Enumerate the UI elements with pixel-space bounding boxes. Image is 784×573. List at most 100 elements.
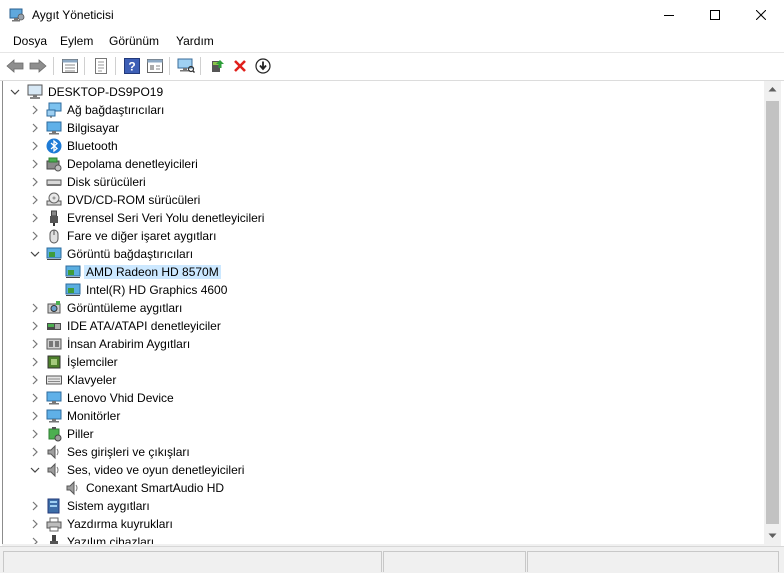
view-button[interactable] xyxy=(145,56,165,76)
keyboard-icon xyxy=(46,375,62,385)
tree-item-label: Fare ve diğer işaret aygıtları xyxy=(67,229,217,243)
properties-grid-icon xyxy=(62,59,78,73)
disk-drive-icon xyxy=(46,179,62,186)
menu-action[interactable]: Eylem xyxy=(60,34,93,48)
category-item[interactable]: Depolama denetleyicileri xyxy=(3,155,763,173)
window-title: Aygıt Yöneticisi xyxy=(32,8,114,22)
device-manager-app-icon xyxy=(9,8,25,22)
category-item[interactable]: Yazdırma kuyrukları xyxy=(3,515,763,533)
chevron-right-icon[interactable] xyxy=(29,104,41,116)
category-item[interactable]: Disk sürücüleri xyxy=(3,173,763,191)
title-bar: Aygıt Yöneticisi xyxy=(0,0,784,30)
category-item[interactable]: DVD/CD-ROM sürücüleri xyxy=(3,191,763,209)
chevron-right-icon[interactable] xyxy=(29,122,41,134)
chevron-right-icon[interactable] xyxy=(29,392,41,404)
status-pane-main xyxy=(3,551,382,572)
chevron-right-icon[interactable] xyxy=(29,428,41,440)
close-button[interactable] xyxy=(738,0,784,30)
chevron-right-icon[interactable] xyxy=(29,446,41,458)
tree-item-label: Sistem aygıtları xyxy=(67,499,150,513)
properties-grid-button[interactable] xyxy=(60,56,80,76)
tree-item-label: Klavyeler xyxy=(67,373,117,387)
menu-help[interactable]: Yardım xyxy=(176,34,214,48)
close-icon xyxy=(756,10,766,20)
system-device-icon xyxy=(47,498,60,514)
category-item[interactable]: Ağ bağdaştırıcıları xyxy=(3,101,763,119)
category-item[interactable]: İnsan Arabirim Aygıtları xyxy=(3,335,763,353)
tree-item-label: Bilgisayar xyxy=(67,121,120,135)
category-item[interactable]: Evrensel Seri Veri Yolu denetleyicileri xyxy=(3,209,763,227)
category-item[interactable]: Piller xyxy=(3,425,763,443)
help-button[interactable]: ? xyxy=(122,56,142,76)
forward-button[interactable] xyxy=(28,56,48,76)
device-item[interactable]: Intel(R) HD Graphics 4600 xyxy=(3,281,763,299)
chevron-right-icon[interactable] xyxy=(29,356,41,368)
tree-item-label: Monitörler xyxy=(67,409,121,423)
menu-view[interactable]: Görünüm xyxy=(109,34,159,48)
uninstall-icon xyxy=(234,60,246,72)
chevron-right-icon[interactable] xyxy=(29,140,41,152)
category-item[interactable]: Monitörler xyxy=(3,407,763,425)
chevron-right-icon[interactable] xyxy=(29,302,41,314)
chevron-right-icon[interactable] xyxy=(29,230,41,242)
category-item[interactable]: Klavyeler xyxy=(3,371,763,389)
device-item[interactable]: AMD Radeon HD 8570M xyxy=(3,263,763,281)
chevron-right-icon[interactable] xyxy=(29,518,41,530)
chevron-right-icon[interactable] xyxy=(29,338,41,350)
category-item[interactable]: Ses, video ve oyun denetleyicileri xyxy=(3,461,763,479)
update-driver-button[interactable] xyxy=(207,56,227,76)
chevron-right-icon[interactable] xyxy=(29,374,41,386)
status-pane-secondary xyxy=(383,551,526,572)
menu-file[interactable]: Dosya xyxy=(13,34,47,48)
chevron-down-icon[interactable] xyxy=(29,248,41,260)
speaker-icon xyxy=(66,480,78,496)
toolbar-separator xyxy=(200,57,201,75)
back-button[interactable] xyxy=(5,56,25,76)
show-hidden-button[interactable] xyxy=(91,56,111,76)
chevron-down-icon[interactable] xyxy=(29,464,41,476)
category-item[interactable]: Görüntüleme aygıtları xyxy=(3,299,763,317)
vertical-scrollbar[interactable] xyxy=(764,81,781,544)
chevron-down-icon[interactable] xyxy=(9,86,21,98)
category-item[interactable]: Bluetooth xyxy=(3,137,763,155)
scroll-up-icon[interactable] xyxy=(768,86,777,92)
category-item[interactable]: Lenovo Vhid Device xyxy=(3,389,763,407)
chevron-right-icon[interactable] xyxy=(29,410,41,422)
chevron-right-icon[interactable] xyxy=(29,320,41,332)
imaging-device-icon xyxy=(47,301,61,314)
maximize-button[interactable] xyxy=(692,0,738,30)
chevron-right-icon[interactable] xyxy=(29,500,41,512)
chevron-right-icon[interactable] xyxy=(29,212,41,224)
disable-device-button[interactable] xyxy=(253,56,273,76)
category-item[interactable]: Fare ve diğer işaret aygıtları xyxy=(3,227,763,245)
scrollbar-thumb[interactable] xyxy=(766,101,779,524)
minimize-button[interactable] xyxy=(646,0,692,30)
category-item[interactable]: IDE ATA/ATAPI denetleyiciler xyxy=(3,317,763,335)
help-icon: ? xyxy=(124,58,140,74)
category-item[interactable]: İşlemciler xyxy=(3,353,763,371)
category-item[interactable]: Yazılım cihazları xyxy=(3,533,763,544)
chevron-right-icon[interactable] xyxy=(29,194,41,206)
scroll-down-icon[interactable] xyxy=(768,533,777,539)
chevron-right-icon[interactable] xyxy=(29,176,41,188)
scan-hardware-button[interactable] xyxy=(176,56,196,76)
category-item[interactable]: Görüntü bağdaştırıcıları xyxy=(3,245,763,263)
tree-root[interactable]: DESKTOP-DS9PO19 xyxy=(3,83,763,101)
device-tree[interactable]: DESKTOP-DS9PO19 Ağ bağdaştırıcıları Bilgi… xyxy=(2,81,765,544)
tree-item-label: Lenovo Vhid Device xyxy=(67,391,174,405)
software-device-icon xyxy=(50,535,58,544)
category-item[interactable]: Ses girişleri ve çıkışları xyxy=(3,443,763,461)
uninstall-button[interactable] xyxy=(230,56,250,76)
category-item[interactable]: Sistem aygıtları xyxy=(3,497,763,515)
battery-icon xyxy=(48,427,62,442)
mouse-icon xyxy=(49,229,59,244)
device-item[interactable]: Conexant SmartAudio HD xyxy=(3,479,763,497)
chevron-right-icon[interactable] xyxy=(29,536,41,544)
update-driver-icon xyxy=(212,60,224,72)
tree-item-label: Ses, video ve oyun denetleyicileri xyxy=(67,463,245,477)
tree-item-label: IDE ATA/ATAPI denetleyiciler xyxy=(67,319,221,333)
status-bar xyxy=(0,546,784,573)
category-item[interactable]: Bilgisayar xyxy=(3,119,763,137)
printer-icon xyxy=(46,517,62,532)
chevron-right-icon[interactable] xyxy=(29,158,41,170)
